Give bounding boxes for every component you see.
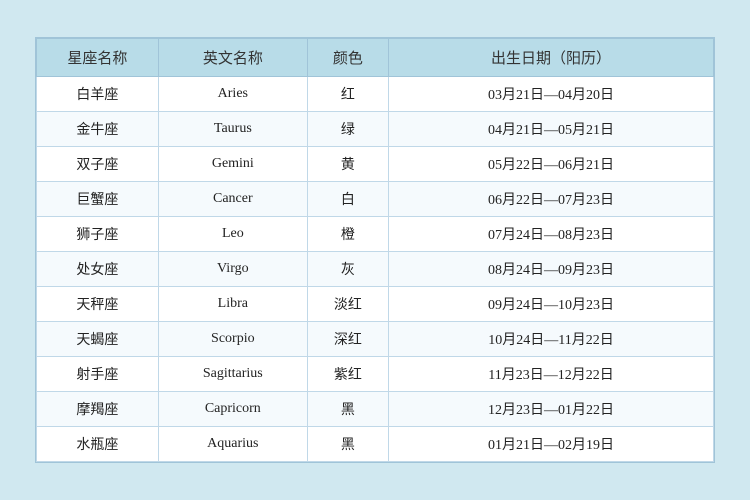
cell-date: 11月23日—12月22日 (389, 357, 714, 392)
cell-en: Gemini (158, 147, 307, 182)
cell-color: 深红 (307, 322, 388, 357)
zodiac-table-container: 星座名称 英文名称 颜色 出生日期（阳历） 白羊座Aries红03月21日—04… (35, 37, 715, 463)
cell-date: 10月24日—11月22日 (389, 322, 714, 357)
cell-color: 淡红 (307, 287, 388, 322)
cell-en: Aquarius (158, 427, 307, 462)
cell-date: 08月24日—09月23日 (389, 252, 714, 287)
cell-color: 灰 (307, 252, 388, 287)
table-header-row: 星座名称 英文名称 颜色 出生日期（阳历） (37, 39, 714, 77)
cell-date: 03月21日—04月20日 (389, 77, 714, 112)
cell-cn: 金牛座 (37, 112, 159, 147)
cell-color: 绿 (307, 112, 388, 147)
table-row: 天蝎座Scorpio深红10月24日—11月22日 (37, 322, 714, 357)
header-cn: 星座名称 (37, 39, 159, 77)
cell-color: 红 (307, 77, 388, 112)
cell-date: 01月21日—02月19日 (389, 427, 714, 462)
cell-date: 06月22日—07月23日 (389, 182, 714, 217)
cell-en: Capricorn (158, 392, 307, 427)
table-row: 白羊座Aries红03月21日—04月20日 (37, 77, 714, 112)
cell-cn: 白羊座 (37, 77, 159, 112)
table-row: 天秤座Libra淡红09月24日—10月23日 (37, 287, 714, 322)
cell-color: 橙 (307, 217, 388, 252)
zodiac-table: 星座名称 英文名称 颜色 出生日期（阳历） 白羊座Aries红03月21日—04… (36, 38, 714, 462)
table-row: 狮子座Leo橙07月24日—08月23日 (37, 217, 714, 252)
table-row: 处女座Virgo灰08月24日—09月23日 (37, 252, 714, 287)
table-row: 双子座Gemini黄05月22日—06月21日 (37, 147, 714, 182)
cell-en: Taurus (158, 112, 307, 147)
cell-cn: 双子座 (37, 147, 159, 182)
cell-en: Libra (158, 287, 307, 322)
table-row: 摩羯座Capricorn黑12月23日—01月22日 (37, 392, 714, 427)
header-date: 出生日期（阳历） (389, 39, 714, 77)
header-en: 英文名称 (158, 39, 307, 77)
cell-date: 05月22日—06月21日 (389, 147, 714, 182)
cell-date: 09月24日—10月23日 (389, 287, 714, 322)
cell-cn: 射手座 (37, 357, 159, 392)
cell-cn: 狮子座 (37, 217, 159, 252)
cell-en: Leo (158, 217, 307, 252)
cell-cn: 处女座 (37, 252, 159, 287)
table-row: 巨蟹座Cancer白06月22日—07月23日 (37, 182, 714, 217)
cell-color: 黑 (307, 427, 388, 462)
table-row: 射手座Sagittarius紫红11月23日—12月22日 (37, 357, 714, 392)
cell-cn: 水瓶座 (37, 427, 159, 462)
cell-en: Sagittarius (158, 357, 307, 392)
cell-date: 07月24日—08月23日 (389, 217, 714, 252)
table-row: 水瓶座Aquarius黑01月21日—02月19日 (37, 427, 714, 462)
cell-color: 黑 (307, 392, 388, 427)
table-row: 金牛座Taurus绿04月21日—05月21日 (37, 112, 714, 147)
table-body: 白羊座Aries红03月21日—04月20日金牛座Taurus绿04月21日—0… (37, 77, 714, 462)
cell-en: Cancer (158, 182, 307, 217)
cell-en: Scorpio (158, 322, 307, 357)
cell-cn: 天蝎座 (37, 322, 159, 357)
cell-color: 白 (307, 182, 388, 217)
cell-date: 04月21日—05月21日 (389, 112, 714, 147)
cell-cn: 摩羯座 (37, 392, 159, 427)
cell-en: Virgo (158, 252, 307, 287)
cell-en: Aries (158, 77, 307, 112)
cell-cn: 巨蟹座 (37, 182, 159, 217)
cell-color: 紫红 (307, 357, 388, 392)
cell-date: 12月23日—01月22日 (389, 392, 714, 427)
header-color: 颜色 (307, 39, 388, 77)
cell-color: 黄 (307, 147, 388, 182)
cell-cn: 天秤座 (37, 287, 159, 322)
